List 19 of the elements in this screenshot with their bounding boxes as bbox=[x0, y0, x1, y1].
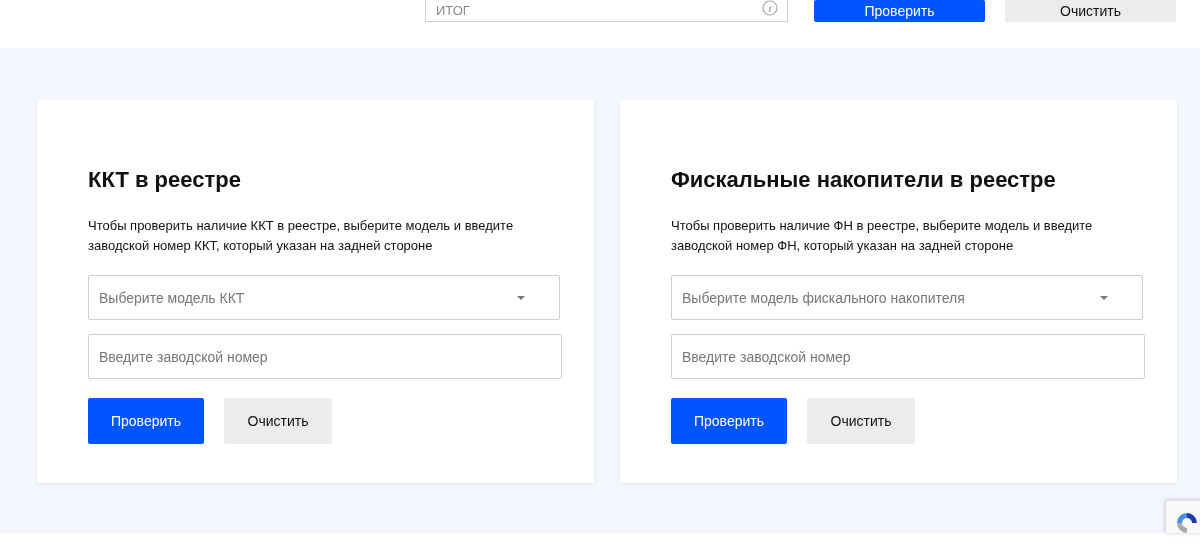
total-field[interactable]: ИТОГ bbox=[425, 0, 788, 22]
clear-button[interactable]: Очистить bbox=[807, 398, 915, 444]
check-button[interactable]: Проверить bbox=[814, 0, 985, 22]
check-button[interactable]: Проверить bbox=[671, 398, 787, 444]
captcha-icon bbox=[1174, 511, 1200, 533]
serial-number-input[interactable]: Введите заводской номер bbox=[671, 334, 1145, 379]
captcha-badge[interactable] bbox=[1165, 500, 1200, 533]
card-description: Чтобы проверить наличие ФН в реестре, выберите модель и введите заводской номер ФН, который указан на задней стороне bbox=[671, 217, 1094, 255]
card-description: Чтобы проверить наличие ККТ в реестре, выберите модель и введите заводской номер ККТ, который указан на задней стороне bbox=[88, 217, 515, 255]
clear-button[interactable]: Очистить bbox=[224, 398, 332, 444]
caret-icon bbox=[1100, 295, 1108, 300]
card-title: ККТ в реестре bbox=[88, 166, 242, 194]
caret-icon bbox=[517, 295, 525, 300]
model-select[interactable]: Выберите модель фискального накопителя bbox=[671, 275, 1143, 320]
clear-button[interactable]: Очистить bbox=[1005, 0, 1176, 22]
check-button[interactable]: Проверить bbox=[88, 398, 204, 444]
serial-number-input[interactable]: Введите заводской номер bbox=[88, 334, 562, 379]
model-select[interactable]: Выберите модель ККТ bbox=[88, 275, 560, 320]
card-title: Фискальные накопители в реестре bbox=[671, 166, 1057, 194]
